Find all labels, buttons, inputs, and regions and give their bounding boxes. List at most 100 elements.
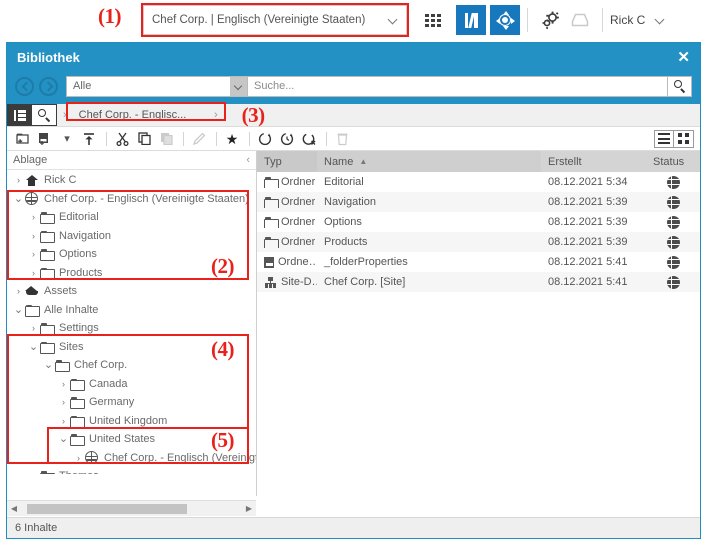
- search-input[interactable]: Suche...: [248, 76, 668, 97]
- cell-name[interactable]: Navigation: [317, 196, 541, 208]
- chevron-down-icon: [230, 77, 247, 96]
- column-header-name[interactable]: Name ▲: [317, 151, 541, 172]
- twisty-collapsed-icon[interactable]: ›: [58, 416, 69, 426]
- table-row[interactable]: Site-D…Chef Corp. [Site]08.12.2021 5:41: [257, 272, 700, 292]
- toolbar-more-button[interactable]: ▾: [57, 129, 77, 149]
- collapse-panel-icon[interactable]: ‹: [246, 154, 250, 166]
- twisty-collapsed-icon[interactable]: ›: [73, 453, 84, 463]
- scroll-right-arrow-icon[interactable]: ▶: [242, 504, 256, 513]
- column-header-erstellt[interactable]: Erstellt: [541, 151, 646, 172]
- twisty-collapsed-icon[interactable]: ›: [28, 212, 39, 222]
- publish-schedule-button[interactable]: [277, 129, 297, 149]
- twisty-collapsed-icon[interactable]: ›: [28, 323, 39, 333]
- delete-button[interactable]: [332, 129, 352, 149]
- user-menu[interactable]: Rick C: [610, 13, 665, 27]
- tree-node[interactable]: ›Editorial: [7, 208, 256, 227]
- forward-arrow-icon[interactable]: [39, 77, 58, 96]
- upload-button[interactable]: [79, 129, 99, 149]
- tree-node[interactable]: ›Rick C: [7, 171, 256, 190]
- twisty-expanded-icon[interactable]: ⌄: [58, 436, 69, 442]
- cell-typ: Ordne…: [257, 256, 317, 268]
- tree-node[interactable]: ⌄Alle Inhalte: [7, 301, 256, 320]
- twisty-collapsed-icon[interactable]: ›: [28, 471, 39, 474]
- cell-erstellt: 08.12.2021 5:39: [541, 216, 646, 228]
- filter-select[interactable]: Alle: [66, 76, 248, 97]
- tree-node[interactable]: ›Assets: [7, 282, 256, 301]
- twisty-collapsed-icon[interactable]: ›: [13, 175, 24, 185]
- cell-typ-label: Ordner: [281, 236, 315, 248]
- twisty-collapsed-icon[interactable]: ›: [28, 268, 39, 278]
- new-document-button[interactable]: [35, 129, 55, 149]
- twisty-collapsed-icon[interactable]: ›: [13, 286, 24, 296]
- user-name-label: Rick C: [610, 13, 645, 27]
- column-header-typ[interactable]: Typ: [257, 151, 317, 172]
- cell-status: [646, 176, 700, 189]
- search-icon: [674, 80, 686, 92]
- edit-button[interactable]: [189, 129, 209, 149]
- twisty-expanded-icon[interactable]: ⌄: [13, 307, 24, 313]
- unpublish-button[interactable]: [299, 129, 319, 149]
- twisty-collapsed-icon[interactable]: ›: [58, 379, 69, 389]
- tree-node-label: Chef Corp.: [74, 359, 127, 371]
- scrollbar-track[interactable]: [21, 503, 242, 515]
- favorite-button[interactable]: ★: [222, 129, 242, 149]
- folder-icon: [264, 177, 277, 187]
- twisty-expanded-icon[interactable]: ⌄: [28, 344, 39, 350]
- tree-node[interactable]: ›Germany: [7, 393, 256, 412]
- copy-button[interactable]: [134, 129, 154, 149]
- search-view-button[interactable]: [32, 104, 57, 126]
- twisty-collapsed-icon[interactable]: ›: [28, 249, 39, 259]
- search-submit-button[interactable]: [668, 76, 692, 97]
- tree-node[interactable]: ›Canada: [7, 375, 256, 394]
- twisty-collapsed-icon[interactable]: ›: [28, 231, 39, 241]
- tree-node[interactable]: ⌄Chef Corp. - Englisch (Vereinigte Staat…: [7, 190, 256, 209]
- navigator-button[interactable]: [490, 5, 520, 35]
- column-header-status[interactable]: Status: [646, 151, 700, 172]
- paste-button[interactable]: [156, 129, 176, 149]
- inbox-button[interactable]: [565, 5, 595, 35]
- tree-node[interactable]: ›Settings: [7, 319, 256, 338]
- settings-button[interactable]: [535, 5, 565, 35]
- screen-root: (1) Chef Corp. | Englisch (Vereinigte St…: [0, 0, 707, 545]
- tree-horizontal-scrollbar[interactable]: ◀ ▶: [7, 500, 256, 516]
- published-globe-icon: [667, 256, 680, 269]
- grid-view-button[interactable]: [674, 130, 694, 148]
- assets-icon: [24, 285, 39, 298]
- library-window: Bibliothek ✕ Alle Suche...: [6, 42, 701, 539]
- table-row[interactable]: OrdnerNavigation08.12.2021 5:39: [257, 192, 700, 212]
- cell-name[interactable]: Chef Corp. [Site]: [317, 276, 541, 288]
- tree-node-label: United Kingdom: [89, 415, 167, 427]
- cut-button[interactable]: [112, 129, 132, 149]
- breadcrumb-trailing-separator[interactable]: ›: [214, 109, 218, 121]
- table-row[interactable]: OrdnerOptions08.12.2021 5:39: [257, 212, 700, 232]
- table-row[interactable]: Ordne…_folderProperties08.12.2021 5:41: [257, 252, 700, 272]
- twisty-collapsed-icon[interactable]: ›: [58, 397, 69, 407]
- tree-node[interactable]: ›Navigation: [7, 227, 256, 246]
- close-icon[interactable]: ✕: [677, 50, 690, 65]
- tree-node[interactable]: ›Themes: [7, 467, 256, 474]
- folder-icon: [69, 414, 84, 427]
- library-button[interactable]: [456, 5, 486, 35]
- scroll-left-arrow-icon[interactable]: ◀: [7, 504, 21, 513]
- scrollbar-thumb[interactable]: [27, 504, 187, 514]
- apps-grid-button[interactable]: [418, 5, 448, 35]
- cell-name[interactable]: _folderProperties: [317, 256, 541, 268]
- breadcrumb-item-0[interactable]: Chef Corp. - Englisc...: [79, 109, 187, 121]
- cell-name[interactable]: Options: [317, 216, 541, 228]
- table-row[interactable]: OrdnerProducts08.12.2021 5:39: [257, 232, 700, 252]
- cell-name[interactable]: Products: [317, 236, 541, 248]
- site-selector[interactable]: Chef Corp. | Englisch (Vereinigte Staate…: [143, 5, 407, 35]
- annotation-4-label: (4): [211, 337, 234, 362]
- new-folder-button[interactable]: [13, 129, 33, 149]
- cell-name[interactable]: Editorial: [317, 176, 541, 188]
- tree-view-button[interactable]: [7, 104, 32, 126]
- publish-button[interactable]: [255, 129, 275, 149]
- table-row[interactable]: OrdnerEditorial08.12.2021 5:34: [257, 172, 700, 192]
- twisty-expanded-icon[interactable]: ⌄: [13, 196, 24, 202]
- twisty-expanded-icon[interactable]: ⌄: [43, 362, 54, 368]
- list-view-button[interactable]: [654, 130, 674, 148]
- site-selector-label: Chef Corp. | Englisch (Vereinigte Staate…: [152, 14, 384, 26]
- new-folder-icon: [16, 132, 31, 145]
- cell-typ-label: Ordne…: [278, 256, 317, 268]
- back-arrow-icon[interactable]: [15, 77, 34, 96]
